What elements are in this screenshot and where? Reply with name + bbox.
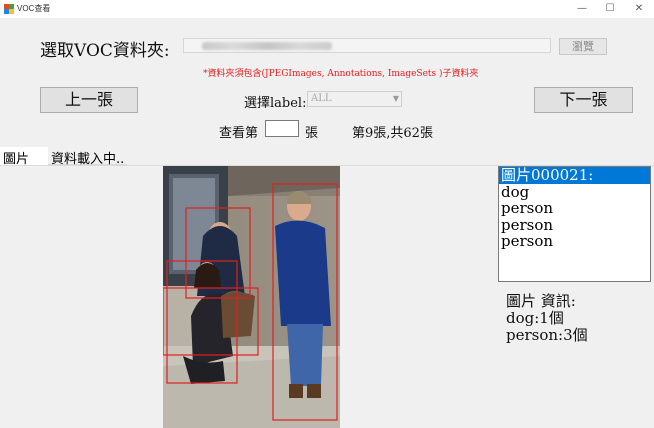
folder-path-field[interactable] [183, 38, 551, 53]
page-number-input[interactable] [265, 120, 299, 137]
label-select-caption: 選擇label: [244, 96, 307, 111]
list-item[interactable]: person [499, 216, 650, 234]
chevron-down-icon: ▼ [392, 94, 399, 103]
blurred-path [202, 42, 332, 50]
page-suffix-label: 張 [305, 126, 319, 141]
folder-label: 選取VOC資料夾: [40, 41, 170, 61]
annotated-photo [163, 166, 340, 428]
next-button[interactable]: 下一張 [534, 87, 633, 113]
tab-image[interactable]: 圖片 [0, 147, 48, 167]
list-item[interactable]: dog [499, 183, 650, 201]
list-item[interactable]: person [499, 233, 650, 250]
title-bar: VOC查看 — ☐ ✕ [0, 0, 654, 18]
objects-listbox[interactable]: 圖片000021: dog person person person [498, 166, 651, 282]
prev-button[interactable]: 上一張 [40, 87, 138, 113]
list-item[interactable]: person [499, 200, 650, 217]
browse-button[interactable]: 瀏覽 [559, 38, 607, 55]
label-select[interactable]: ALL ▼ [307, 91, 402, 107]
close-button[interactable]: ✕ [625, 0, 653, 18]
window-title: VOC查看 [17, 4, 51, 13]
folder-hint: *資料夾須包含(JPEGImages, Annotations, ImageSe… [203, 69, 479, 79]
maximize-button[interactable]: ☐ [596, 0, 624, 18]
view-page-label: 查看第 [219, 126, 259, 141]
minimize-button[interactable]: — [568, 0, 596, 18]
tab-loading[interactable]: 資料載入中.. [48, 147, 127, 167]
position-indicator: 第9張,共62張 [352, 126, 433, 141]
info-person-count: person:3個 [506, 326, 588, 344]
image-preview [163, 166, 340, 428]
app-icon [4, 4, 14, 14]
list-item[interactable]: 圖片000021: [499, 167, 650, 184]
label-select-value: ALL [311, 93, 332, 104]
